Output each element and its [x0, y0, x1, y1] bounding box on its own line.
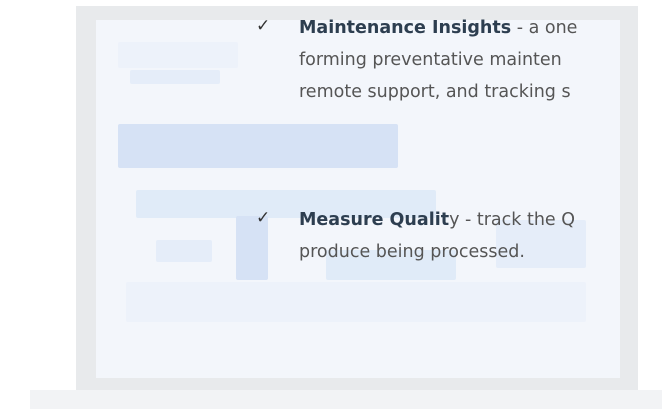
feature-line-text: - track the Q: [459, 210, 576, 230]
feature-description: Maintenance Insights - a one forming pre…: [299, 12, 662, 108]
feature-term-suffix: y: [449, 210, 460, 230]
check-mark-icon: ✓: [256, 16, 271, 36]
feature-line: Measure Quality - track the Q: [299, 204, 662, 236]
feature-list: ✓ Maintenance Insights - a one forming p…: [0, 0, 662, 409]
feature-line: produce being processed.: [299, 242, 525, 262]
feature-term: Measure Qualit: [299, 210, 450, 230]
check-mark-icon: ✓: [256, 208, 271, 228]
feature-term: Maintenance Insights: [299, 18, 512, 38]
feature-line-text: - a one: [511, 18, 578, 38]
feature-line: forming preventative mainten: [299, 50, 562, 70]
feature-description: Measure Quality - track the Q produce be…: [299, 204, 662, 268]
feature-line: remote support, and tracking s: [299, 82, 571, 102]
feature-line: Maintenance Insights - a one: [299, 12, 662, 44]
